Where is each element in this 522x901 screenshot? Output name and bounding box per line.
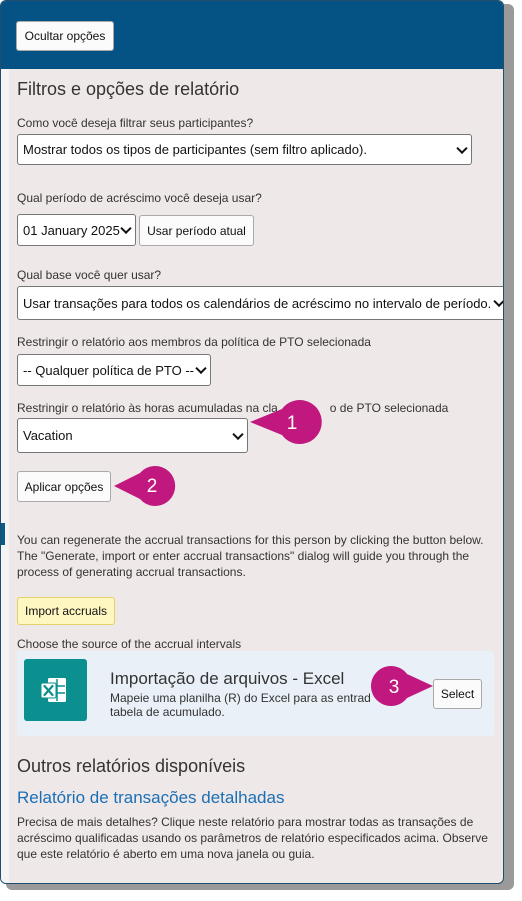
callout-2-number: 2 (147, 476, 158, 497)
accrual-source-label: Choose the source of the accrual interva… (17, 637, 242, 651)
basis-value: Usar transações para todos os calendário… (23, 295, 492, 311)
other-reports-desc-line-3: que este relatório é aberto em uma nova … (17, 847, 315, 861)
callout-3-number: 3 (389, 677, 400, 698)
accrual-period-select[interactable]: 01 January 2025 (17, 214, 136, 246)
callout-1: 1 (250, 400, 322, 444)
participant-filter-value: Mostrar todos os tipos de participantes … (23, 142, 367, 157)
basis-label: Qual base você quer usar? (17, 268, 162, 282)
other-reports-desc-line-1: Precisa de mais detalhes? Clique neste r… (17, 815, 474, 829)
pto-class-label-start: Restringir o relatório às horas acumulad… (17, 401, 278, 415)
left-edge-marker (1, 523, 5, 545)
import-accruals-button[interactable]: Import accruals (17, 597, 115, 625)
hide-options-button[interactable]: Ocultar opções (16, 21, 114, 51)
regenerate-instructions: You can regenerate the accrual transacti… (17, 532, 492, 580)
accrual-period-label: Qual período de acréscimo você deseja us… (17, 191, 262, 205)
chevron-down-icon (195, 362, 207, 375)
participant-filter-select[interactable]: Mostrar todos os tipos de participantes … (17, 134, 472, 165)
other-reports-heading: Outros relatórios disponíveis (17, 756, 246, 776)
callout-2: 2 (114, 466, 176, 506)
chevron-down-icon (493, 295, 503, 308)
left-edge-strip (1, 69, 9, 883)
pto-policy-value: -- Qualquer política de PTO -- (23, 362, 194, 378)
pto-class-value: Vacation (23, 428, 73, 443)
pto-class-select[interactable]: Vacation (17, 418, 248, 453)
select-excel-button[interactable]: Select (433, 679, 482, 709)
chevron-down-icon (456, 142, 468, 154)
excel-import-desc-line-2: tabela de acumulado. (110, 705, 225, 719)
accrual-period-value: 01 January 2025 (23, 222, 120, 238)
regenerate-line-1: You can regenerate the accrual transacti… (17, 533, 484, 547)
pto-class-label-end: o de PTO selecionada (329, 401, 449, 415)
other-reports-description: Precisa de mais detalhes? Clique neste r… (17, 814, 492, 862)
callout-1-number: 1 (287, 413, 298, 434)
excel-icon (24, 659, 87, 721)
use-current-period-button[interactable]: Usar período atual (139, 215, 254, 246)
page-title: Filtros e opções de relatório (17, 79, 240, 99)
pto-policy-label: Restringir o relatório aos membros da po… (17, 335, 371, 349)
excel-import-desc-line-1: Mapeie uma planilha (R) do Excel para as… (110, 691, 371, 705)
excel-import-description: Mapeie uma planilha (R) do Excel para as… (110, 691, 385, 719)
participant-filter-label: Como você deseja filtrar seus participan… (17, 116, 254, 130)
excel-import-title: Importação de arquivos - Excel (110, 669, 345, 688)
detailed-transactions-link[interactable]: Relatório de transações detalhadas (17, 788, 284, 808)
pto-class-label: Restringir o relatório às horas acumulad… (17, 401, 448, 415)
regenerate-line-3: process of generating accrual transactio… (17, 565, 246, 579)
apply-options-button[interactable]: Aplicar opções (17, 471, 111, 502)
chevron-down-icon (120, 222, 132, 235)
pto-policy-select[interactable]: -- Qualquer política de PTO -- (17, 354, 211, 386)
regenerate-line-2: The "Generate, import or enter accrual t… (17, 549, 470, 563)
basis-select[interactable]: Usar transações para todos os calendário… (17, 286, 503, 320)
callout-3: 3 (371, 666, 433, 706)
other-reports-desc-line-2: acréscimo qualificadas usando os parâmet… (17, 831, 488, 845)
chevron-down-icon (232, 428, 244, 440)
